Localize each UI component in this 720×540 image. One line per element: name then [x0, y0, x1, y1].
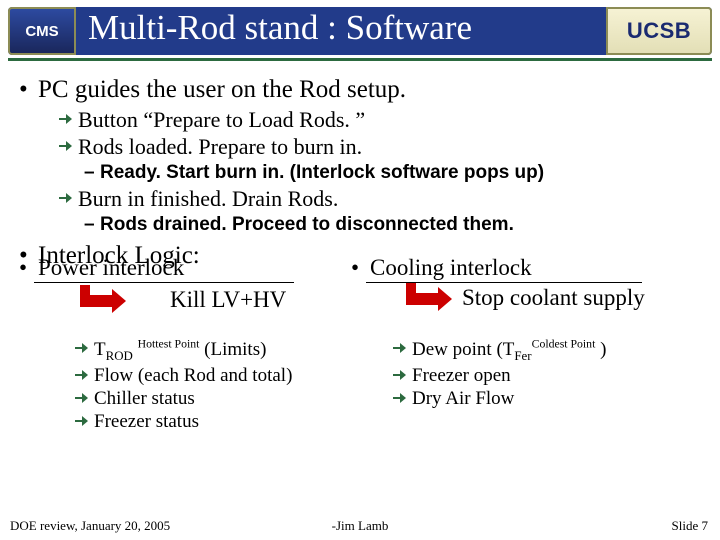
arrow-icon — [75, 340, 89, 354]
ucsb-logo-text: UCSB — [627, 18, 691, 44]
column-power: Power interlock Kill LV+HV TROD Hottest … — [0, 255, 350, 284]
arrow-icon — [59, 138, 73, 152]
sublist-cooling: Dew point (TFerColdest Point ) Freezer o… — [412, 337, 606, 411]
arrow-icon — [75, 390, 89, 404]
section-header-cooling: Cooling interlock — [370, 255, 702, 281]
list-item: Freezer status — [94, 411, 292, 433]
footer-right: Slide 7 — [672, 518, 708, 534]
bullet-level2: Burn in finished. Drain Rods. — [78, 186, 720, 212]
list-item: Chiller status — [94, 388, 292, 410]
list-item: Flow (each Rod and total) — [94, 365, 292, 387]
bullet-level3: Rods drained. Proceed to disconnected th… — [100, 214, 720, 236]
slide-title: Multi-Rod stand : Software — [88, 8, 472, 48]
list-item: Freezer open — [412, 365, 606, 387]
cms-logo-text: CMS — [25, 23, 58, 40]
arrow-icon — [75, 367, 89, 381]
arrow-icon — [393, 367, 407, 381]
arrow-icon — [75, 413, 89, 427]
title-bar: CMS Multi-Rod stand : Software UCSB — [8, 7, 712, 55]
sublist-power: TROD Hottest Point (Limits) Flow (each R… — [94, 337, 292, 434]
bullet-level2: Rods loaded. Prepare to burn in. — [78, 134, 720, 160]
bullet-level2: Button “Prepare to Load Rods. ” — [78, 107, 720, 133]
bent-arrow-icon — [406, 283, 452, 317]
body: PC guides the user on the Rod setup. But… — [0, 68, 720, 273]
column-cooling: Cooling interlock Stop coolant supply De… — [352, 255, 702, 284]
list-item: TROD Hottest Point (Limits) — [94, 338, 292, 364]
action-stop-coolant: Stop coolant supply — [462, 285, 645, 311]
section-header-power: Power interlock — [38, 255, 350, 281]
list-item: Dew point (TFerColdest Point ) — [412, 338, 606, 364]
list-item: Dry Air Flow — [412, 388, 606, 410]
title-underline — [8, 58, 712, 61]
bullet-level1: PC guides the user on the Rod setup. — [38, 76, 720, 104]
footer-center: -Jim Lamb — [0, 518, 720, 534]
arrow-icon — [59, 190, 73, 204]
ucsb-logo: UCSB — [606, 7, 712, 55]
bullet-level3: Ready. Start burn in. (Interlock softwar… — [100, 162, 720, 184]
arrow-icon — [59, 111, 73, 125]
arrow-icon — [393, 340, 407, 354]
arrow-icon — [393, 390, 407, 404]
cms-logo: CMS — [8, 7, 76, 55]
action-kill: Kill LV+HV — [170, 287, 286, 313]
bent-arrow-icon — [80, 285, 126, 319]
slide: CMS Multi-Rod stand : Software UCSB PC g… — [0, 0, 720, 540]
